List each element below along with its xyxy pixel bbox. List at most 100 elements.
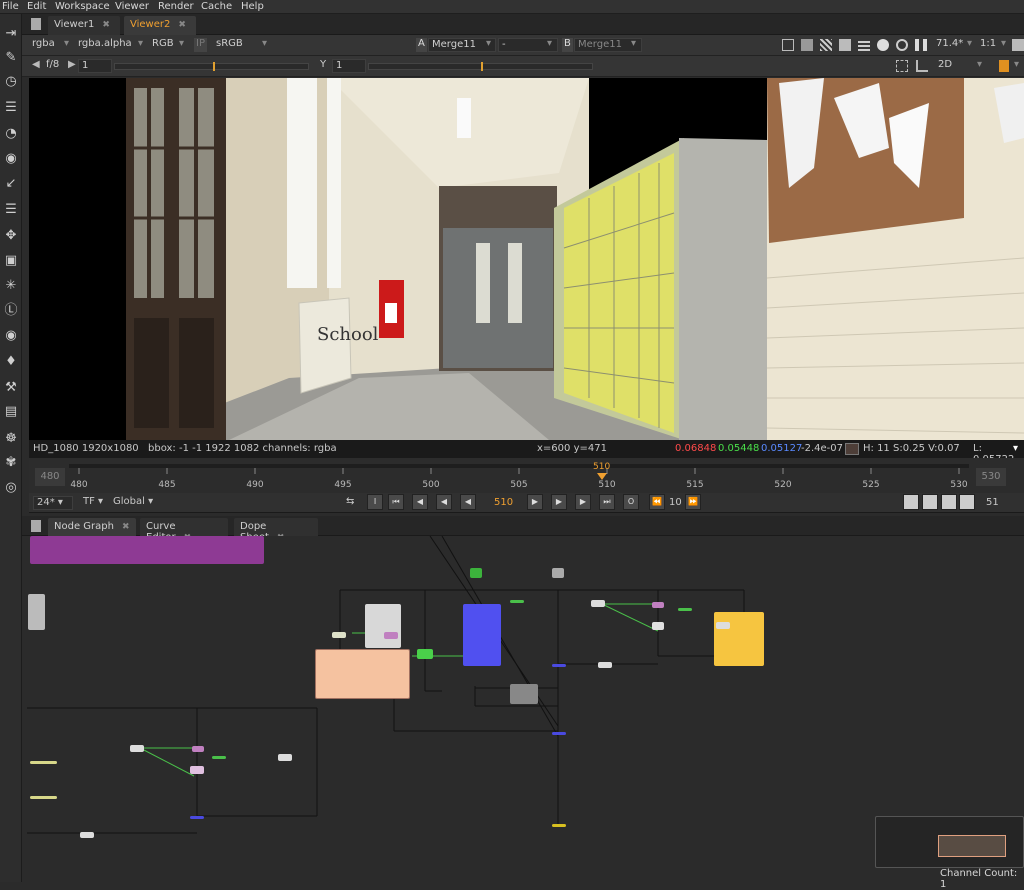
gamma-slider-handle[interactable] [481, 62, 483, 71]
node-dot-blue2[interactable] [552, 732, 566, 735]
backdrop-gray[interactable] [365, 604, 401, 648]
backdrop-yellow[interactable] [714, 612, 764, 666]
menu-cache[interactable]: Cache [201, 1, 232, 12]
zoom-dropdown[interactable]: 71.4* [936, 38, 963, 52]
node-output[interactable] [80, 832, 94, 838]
backdrop-peach[interactable] [315, 649, 410, 699]
axis-icon[interactable] [916, 60, 928, 72]
furnace-tool-icon[interactable]: ☸ [3, 431, 19, 447]
colorspace-dropdown[interactable]: sRGB [216, 38, 243, 52]
gain-slider[interactable] [114, 62, 309, 71]
backdrop-blue[interactable] [463, 604, 501, 666]
channels-dropdown[interactable]: rgba [32, 38, 55, 52]
out-point-button[interactable]: O [623, 494, 639, 510]
prev-keyframe-button[interactable]: ◀ [412, 494, 428, 510]
pencil-icon[interactable] [999, 60, 1009, 72]
step-back-button[interactable]: ⏪ [649, 494, 665, 510]
flipbook-icon[interactable] [903, 494, 919, 510]
close-icon[interactable]: ✖ [122, 522, 130, 532]
tab-node-graph[interactable]: Node Graph ✖ [48, 518, 136, 537]
views-tool-icon[interactable]: ◉ [3, 328, 19, 344]
overlay-icon[interactable] [839, 39, 851, 51]
menu-viewer[interactable]: Viewer [115, 1, 149, 12]
minimap[interactable] [875, 816, 1024, 868]
gain-slider-handle[interactable] [213, 62, 215, 71]
tf-dropdown[interactable]: TF ▾ [83, 496, 103, 507]
roi-icon[interactable] [782, 39, 794, 51]
node-dot-green3[interactable] [678, 608, 692, 611]
timeline-end-field[interactable]: 530 [976, 468, 1006, 486]
metadata-tool-icon[interactable]: ♦ [3, 354, 19, 370]
backdrop-left[interactable] [28, 594, 45, 630]
deep-tool-icon[interactable]: Ⓛ [3, 303, 19, 319]
step-forward-button[interactable]: ⏩ [685, 494, 701, 510]
ip-button[interactable]: IP [194, 38, 207, 52]
node-mask[interactable] [190, 766, 204, 774]
toolsets-tool-icon[interactable]: ⚒ [3, 380, 19, 396]
node-copy[interactable] [384, 632, 398, 639]
loop-icon[interactable]: ⇆ [346, 496, 360, 508]
plugins-tool-icon[interactable]: ✾ [3, 455, 19, 471]
pause-icon[interactable] [915, 39, 927, 51]
backdrop-small[interactable] [510, 684, 538, 704]
playhead-icon[interactable] [597, 473, 607, 480]
node-blur[interactable] [278, 754, 292, 761]
node-dot-blue3[interactable] [190, 816, 204, 819]
other-tool-icon[interactable]: ▤ [3, 404, 19, 420]
node-premult[interactable] [652, 622, 664, 630]
timeline-start-field[interactable]: 480 [35, 468, 65, 486]
info-menu-icon[interactable]: ▾ [1013, 443, 1018, 454]
node-label-b[interactable] [30, 796, 57, 799]
time-tool-icon[interactable]: ◷ [3, 74, 19, 90]
node-label-a[interactable] [30, 761, 57, 764]
tab-curve-editor[interactable]: Curve Editor✖ [140, 518, 228, 543]
grid-icon[interactable] [801, 39, 813, 51]
close-icon[interactable]: ✖ [178, 20, 186, 30]
3d-tool-icon[interactable]: ▣ [3, 253, 19, 269]
upload-icon[interactable] [959, 494, 975, 510]
ratio-dropdown[interactable]: 1:1 [980, 38, 996, 52]
fstop-label[interactable]: f/8 [46, 59, 59, 73]
filter-tool-icon[interactable]: ◉ [3, 151, 19, 167]
scope-dropdown[interactable]: Global ▾ [113, 496, 153, 507]
refresh-icon[interactable] [877, 39, 889, 51]
gamma-slider[interactable] [368, 62, 593, 71]
timeline[interactable]: 480 530 480 485 490 495 500 505 510 515 520 525 53… [29, 458, 1024, 494]
node-viewer[interactable] [552, 824, 566, 827]
particles-tool-icon[interactable]: ✳ [3, 278, 19, 294]
fps-dropdown[interactable]: 24* ▾ [33, 496, 73, 510]
next-keyframe-button[interactable]: ▶ [575, 494, 591, 510]
menu-edit[interactable]: Edit [27, 1, 46, 12]
node-graph-canvas[interactable] [22, 536, 1024, 882]
backdrop-purple[interactable] [30, 536, 264, 564]
node-transform[interactable] [598, 662, 612, 668]
proxy-icon[interactable] [820, 39, 832, 51]
viewer-canvas[interactable]: School [29, 78, 1024, 440]
menu-help[interactable]: Help [241, 1, 264, 12]
gain-field[interactable]: 1 [78, 59, 112, 73]
node-green[interactable] [470, 568, 482, 578]
prev-frame-button[interactable]: ◀ [436, 494, 452, 510]
node-dot-green2[interactable] [510, 600, 524, 603]
end-frame-field[interactable]: 51 [986, 497, 999, 508]
menu-workspace[interactable]: Workspace [55, 1, 110, 12]
gear-icon[interactable] [896, 39, 908, 51]
pane-menu-icon[interactable] [31, 520, 41, 532]
display-channels-dropdown[interactable]: RGB [152, 38, 174, 52]
step-increment-field[interactable]: 10 [669, 497, 682, 508]
fullscreen-icon[interactable] [1012, 39, 1024, 51]
channel-tool-icon[interactable]: ☰ [3, 100, 19, 116]
node-write[interactable] [591, 600, 605, 607]
node-merge[interactable] [417, 649, 433, 659]
view-mode-dropdown[interactable]: 2D [938, 59, 952, 73]
last-frame-button[interactable]: ⏭ [599, 494, 615, 510]
record-icon[interactable] [922, 494, 938, 510]
node-dot-blue[interactable] [552, 664, 566, 667]
tab-dope-sheet[interactable]: Dope Sheet✖ [234, 518, 318, 543]
merge-tool-icon[interactable]: ☰ [3, 202, 19, 218]
next-frame-button[interactable]: ▶ [551, 494, 567, 510]
play-forward-button[interactable]: ▶ [527, 494, 543, 510]
keyer-tool-icon[interactable]: ↙ [3, 176, 19, 192]
lock-icon[interactable] [941, 494, 957, 510]
lines-icon[interactable] [858, 39, 870, 51]
